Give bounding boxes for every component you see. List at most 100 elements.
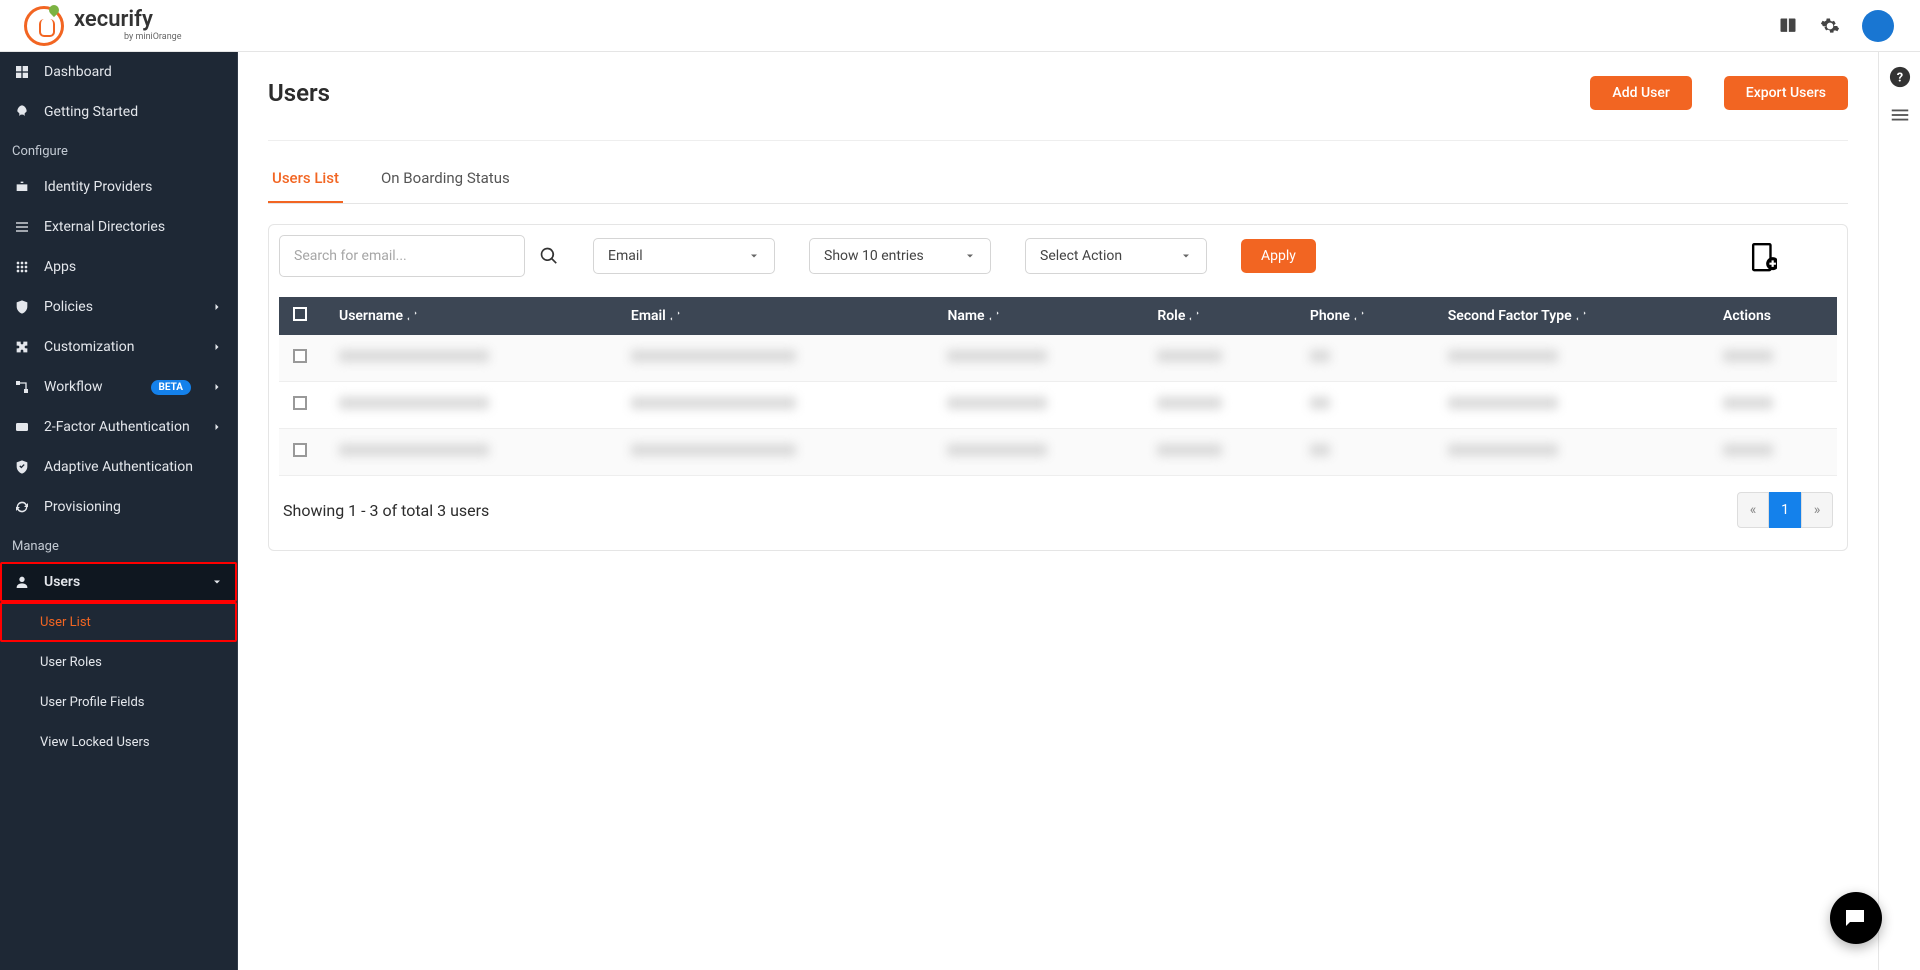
sidebar-item-customization[interactable]: Customization bbox=[0, 327, 237, 367]
sidebar-section-configure: Configure bbox=[0, 132, 237, 167]
briefcase-icon bbox=[14, 179, 30, 195]
sidebar-section-manage: Manage bbox=[0, 527, 237, 562]
chevron-down-icon bbox=[211, 576, 223, 588]
sidebar-item-label: Customization bbox=[44, 339, 134, 355]
chevron-down-icon bbox=[964, 250, 976, 262]
search-icon[interactable] bbox=[539, 246, 559, 266]
svg-text:?: ? bbox=[1896, 71, 1902, 86]
top-header: xecurify by miniOrange bbox=[0, 0, 1920, 52]
sort-icon[interactable] bbox=[1574, 309, 1588, 323]
row-checkbox[interactable] bbox=[293, 349, 307, 363]
row-checkbox[interactable] bbox=[293, 396, 307, 410]
select-all-checkbox[interactable] bbox=[293, 307, 307, 321]
sort-icon[interactable] bbox=[405, 309, 419, 323]
table-row bbox=[279, 382, 1837, 429]
grid-icon bbox=[14, 259, 30, 275]
sidebar-item-getting-started[interactable]: Getting Started bbox=[0, 92, 237, 132]
twofa-icon bbox=[14, 419, 30, 435]
tab-onboarding[interactable]: On Boarding Status bbox=[377, 161, 514, 203]
menu-icon[interactable] bbox=[1889, 104, 1911, 126]
shield-check-icon bbox=[14, 459, 30, 475]
tabs: Users List On Boarding Status bbox=[268, 161, 1848, 204]
page-size-select[interactable]: Show 10 entries bbox=[809, 238, 991, 274]
sidebar-item-users[interactable]: Users bbox=[0, 562, 237, 602]
book-icon[interactable] bbox=[1778, 16, 1798, 36]
beta-badge: BETA bbox=[151, 380, 192, 395]
sidebar-item-dashboard[interactable]: Dashboard bbox=[0, 52, 237, 92]
chevron-right-icon bbox=[211, 301, 223, 313]
help-icon[interactable]: ? bbox=[1889, 66, 1911, 88]
shield-icon bbox=[14, 299, 30, 315]
page-title: Users bbox=[268, 79, 330, 107]
bulk-upload-icon[interactable] bbox=[1751, 242, 1777, 270]
sort-icon[interactable] bbox=[987, 309, 1001, 323]
sidebar-sub-user-list[interactable]: User List bbox=[0, 602, 237, 642]
chat-fab[interactable] bbox=[1830, 892, 1882, 944]
rocket-icon bbox=[14, 104, 30, 120]
sidebar-item-label: Policies bbox=[44, 299, 93, 315]
chevron-right-icon bbox=[211, 341, 223, 353]
pagination: « 1 » bbox=[1737, 492, 1833, 528]
sidebar-item-provisioning[interactable]: Provisioning bbox=[0, 487, 237, 527]
brand-tagline: by miniOrange bbox=[124, 33, 182, 43]
chevron-right-icon bbox=[211, 421, 223, 433]
sidebar-item-label: Getting Started bbox=[44, 104, 138, 120]
row-checkbox[interactable] bbox=[293, 443, 307, 457]
sidebar-item-label: Apps bbox=[44, 259, 76, 275]
sidebar-item-label: Provisioning bbox=[44, 499, 121, 515]
sidebar: Dashboard Getting Started Configure Iden… bbox=[0, 52, 238, 970]
list-icon bbox=[14, 219, 30, 235]
users-table: Username Email Name Role Phone Second Fa… bbox=[279, 297, 1837, 476]
sidebar-item-label: Users bbox=[44, 574, 80, 590]
sync-icon bbox=[14, 499, 30, 515]
sidebar-sub-user-roles[interactable]: User Roles bbox=[0, 642, 237, 682]
sidebar-item-identity-providers[interactable]: Identity Providers bbox=[0, 167, 237, 207]
search-input[interactable] bbox=[279, 235, 525, 277]
table-row bbox=[279, 335, 1837, 382]
gear-icon[interactable] bbox=[1820, 16, 1840, 36]
table-footer-text: Showing 1 - 3 of total 3 users bbox=[283, 501, 489, 520]
main-content: Users Add User Export Users Users List O… bbox=[238, 52, 1878, 970]
sidebar-item-label: Workflow bbox=[44, 379, 103, 395]
sidebar-sub-user-profile-fields[interactable]: User Profile Fields bbox=[0, 682, 237, 722]
divider bbox=[268, 140, 1848, 141]
apply-button[interactable]: Apply bbox=[1241, 239, 1316, 273]
user-avatar[interactable] bbox=[1862, 10, 1894, 42]
chevron-right-icon bbox=[211, 381, 223, 393]
sidebar-item-adaptive-auth[interactable]: Adaptive Authentication bbox=[0, 447, 237, 487]
action-select[interactable]: Select Action bbox=[1025, 238, 1207, 274]
table-row bbox=[279, 429, 1837, 476]
puzzle-icon bbox=[14, 339, 30, 355]
brand-name: xecurify bbox=[74, 8, 182, 32]
sort-icon[interactable] bbox=[1352, 309, 1366, 323]
right-rail: ? bbox=[1878, 52, 1920, 970]
sidebar-item-external-directories[interactable]: External Directories bbox=[0, 207, 237, 247]
brand-logo[interactable]: xecurify by miniOrange bbox=[24, 6, 182, 46]
tab-users-list[interactable]: Users List bbox=[268, 161, 343, 203]
sidebar-item-2fa[interactable]: 2-Factor Authentication bbox=[0, 407, 237, 447]
sidebar-item-apps[interactable]: Apps bbox=[0, 247, 237, 287]
sidebar-item-policies[interactable]: Policies bbox=[0, 287, 237, 327]
sidebar-sub-view-locked-users[interactable]: View Locked Users bbox=[0, 722, 237, 762]
sidebar-item-label: 2-Factor Authentication bbox=[44, 419, 190, 435]
page-prev[interactable]: « bbox=[1737, 492, 1769, 528]
chevron-down-icon bbox=[1180, 250, 1192, 262]
workflow-icon bbox=[14, 379, 30, 395]
users-panel: Email Show 10 entries Select Action Appl… bbox=[268, 224, 1848, 551]
sidebar-item-label: External Directories bbox=[44, 219, 165, 235]
dashboard-icon bbox=[14, 64, 30, 80]
sort-icon[interactable] bbox=[1187, 309, 1201, 323]
chevron-down-icon bbox=[748, 250, 760, 262]
sidebar-item-workflow[interactable]: Workflow BETA bbox=[0, 367, 237, 407]
sidebar-item-label: Identity Providers bbox=[44, 179, 152, 195]
logo-icon bbox=[24, 6, 64, 46]
sidebar-item-label: Adaptive Authentication bbox=[44, 459, 193, 475]
user-icon bbox=[14, 574, 30, 590]
sort-icon[interactable] bbox=[668, 309, 682, 323]
page-1[interactable]: 1 bbox=[1769, 492, 1801, 528]
sidebar-item-label: Dashboard bbox=[44, 64, 112, 80]
add-user-button[interactable]: Add User bbox=[1590, 76, 1691, 110]
export-users-button[interactable]: Export Users bbox=[1724, 76, 1848, 110]
page-next[interactable]: » bbox=[1801, 492, 1833, 528]
field-select[interactable]: Email bbox=[593, 238, 775, 274]
